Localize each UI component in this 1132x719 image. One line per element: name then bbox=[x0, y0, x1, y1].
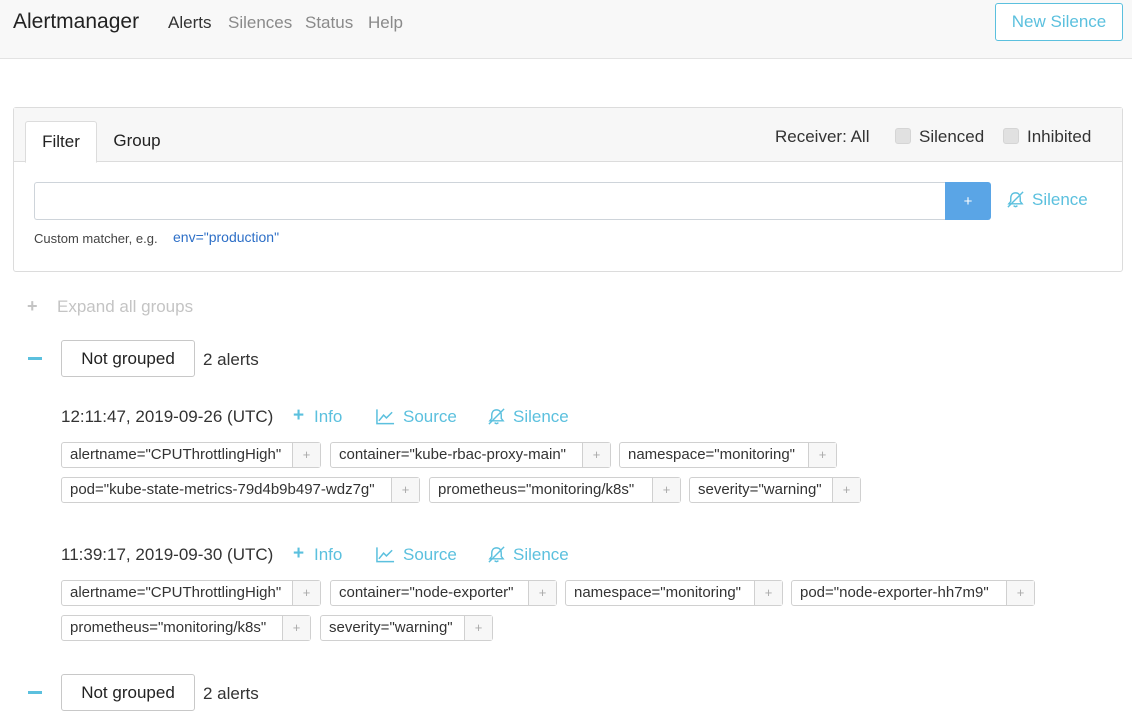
bell-slash-icon bbox=[488, 408, 505, 425]
receiver-selector[interactable]: Receiver: All bbox=[775, 127, 869, 147]
alert-label[interactable]: alertname="CPUThrottlingHigh" + bbox=[61, 442, 321, 468]
matcher-hint: Custom matcher, e.g. bbox=[34, 231, 158, 246]
brand[interactable]: Alertmanager bbox=[13, 10, 139, 34]
alert-label-text: prometheus="monitoring/k8s" bbox=[70, 619, 267, 636]
add-label-filter-button[interactable]: + bbox=[808, 443, 836, 467]
card-header: Filter Group Receiver: All Silenced Inhi… bbox=[14, 108, 1122, 163]
alert-label-text: prometheus="monitoring/k8s" bbox=[438, 481, 635, 498]
chart-line-icon bbox=[376, 409, 395, 425]
bell-slash-icon bbox=[1007, 191, 1024, 208]
add-label-filter-button[interactable]: + bbox=[754, 581, 782, 605]
add-label-filter-button[interactable]: + bbox=[582, 443, 610, 467]
alert-label-text: namespace="monitoring" bbox=[574, 584, 741, 601]
alert-time: 11:39:17, 2019-09-30 (UTC) bbox=[61, 545, 274, 564]
alert-label[interactable]: prometheus="monitoring/k8s" + bbox=[429, 477, 681, 503]
alert-silence-label: Silence bbox=[513, 407, 569, 426]
alert-time: 12:11:47, 2019-09-26 (UTC) bbox=[61, 407, 274, 426]
alert-label[interactable]: pod="node-exporter-hh7m9" + bbox=[791, 580, 1035, 606]
inhibited-label: Inhibited bbox=[1027, 127, 1092, 146]
alert-label-text: alertname="CPUThrottlingHigh" bbox=[70, 584, 282, 601]
alert-label[interactable]: namespace="monitoring" + bbox=[619, 442, 837, 468]
alert-label[interactable]: container="kube-rbac-proxy-main" + bbox=[330, 442, 611, 468]
alert-source-label: Source bbox=[403, 545, 457, 564]
alert-label-text: pod="node-exporter-hh7m9" bbox=[800, 584, 989, 601]
tab-group[interactable]: Group bbox=[101, 121, 173, 162]
alert-source-label: Source bbox=[403, 407, 457, 426]
alert-label-text: namespace="monitoring" bbox=[628, 446, 795, 463]
expand-all-label: Expand all groups bbox=[57, 297, 194, 316]
group-label-button[interactable]: Not grouped bbox=[61, 340, 195, 377]
alert-label-text: alertname="CPUThrottlingHigh" bbox=[70, 446, 282, 463]
alert-label-text: pod="kube-state-metrics-79d4b9b497-wdz7g… bbox=[70, 481, 375, 498]
filter-card: Filter Group Receiver: All Silenced Inhi… bbox=[13, 107, 1123, 272]
nav-silences[interactable]: Silences bbox=[228, 13, 292, 33]
collapse-group-icon[interactable] bbox=[28, 691, 42, 694]
add-label-filter-button[interactable]: + bbox=[464, 616, 492, 640]
alert-label[interactable]: namespace="monitoring" + bbox=[565, 580, 783, 606]
new-silence-button[interactable]: New Silence bbox=[995, 3, 1123, 41]
silenced-checkbox[interactable] bbox=[895, 128, 911, 144]
alert-label[interactable]: severity="warning" + bbox=[320, 615, 493, 641]
alert-silence-label: Silence bbox=[513, 545, 569, 564]
add-label-filter-button[interactable]: + bbox=[528, 581, 556, 605]
matcher-example-link[interactable]: env="production" bbox=[173, 229, 279, 245]
alert-label[interactable]: severity="warning" + bbox=[689, 477, 861, 503]
alert-label[interactable]: container="node-exporter" + bbox=[330, 580, 557, 606]
alert-label-text: container="node-exporter" bbox=[339, 584, 514, 601]
alert-label[interactable]: pod="kube-state-metrics-79d4b9b497-wdz7g… bbox=[61, 477, 420, 503]
navbar: Alertmanager Alerts Silences Status Help… bbox=[0, 0, 1132, 59]
alert-info-label: Info bbox=[314, 545, 343, 564]
add-label-filter-button[interactable]: + bbox=[1006, 581, 1034, 605]
add-label-filter-button[interactable]: + bbox=[282, 616, 310, 640]
add-label-filter-button[interactable]: + bbox=[391, 478, 419, 502]
filter-silence-link[interactable]: Silence bbox=[1006, 190, 1088, 209]
add-label-filter-button[interactable]: + bbox=[292, 581, 320, 605]
plus-icon: + bbox=[27, 296, 38, 316]
inhibited-checkbox[interactable] bbox=[1003, 128, 1019, 144]
alert-label[interactable]: prometheus="monitoring/k8s" + bbox=[61, 615, 311, 641]
silenced-label: Silenced bbox=[919, 127, 985, 146]
alert-label-text: container="kube-rbac-proxy-main" bbox=[339, 446, 566, 463]
bell-slash-icon bbox=[488, 546, 505, 563]
add-label-filter-button[interactable]: + bbox=[652, 478, 680, 502]
nav-help[interactable]: Help bbox=[368, 13, 403, 33]
group-count: 2 alerts bbox=[203, 350, 259, 369]
nav-alerts[interactable]: Alerts bbox=[168, 13, 211, 33]
nav-status[interactable]: Status bbox=[305, 13, 353, 33]
alert-label-text: severity="warning" bbox=[698, 481, 822, 498]
filter-silence-label: Silence bbox=[1032, 190, 1088, 209]
chart-line-icon bbox=[376, 547, 395, 563]
add-matcher-button[interactable]: + bbox=[945, 182, 991, 220]
add-label-filter-button[interactable]: + bbox=[292, 443, 320, 467]
alert-info-label: Info bbox=[314, 407, 343, 426]
group-count: 2 alerts bbox=[203, 684, 259, 703]
alert-label[interactable]: alertname="CPUThrottlingHigh" + bbox=[61, 580, 321, 606]
tab-filter[interactable]: Filter bbox=[25, 121, 97, 163]
add-label-filter-button[interactable]: + bbox=[832, 478, 860, 502]
collapse-group-icon[interactable] bbox=[28, 357, 42, 360]
plus-icon: + bbox=[293, 405, 305, 426]
alert-label-text: severity="warning" bbox=[329, 619, 453, 636]
group-label-button[interactable]: Not grouped bbox=[61, 674, 195, 711]
filter-input[interactable] bbox=[34, 182, 946, 220]
plus-icon: + bbox=[293, 543, 305, 564]
